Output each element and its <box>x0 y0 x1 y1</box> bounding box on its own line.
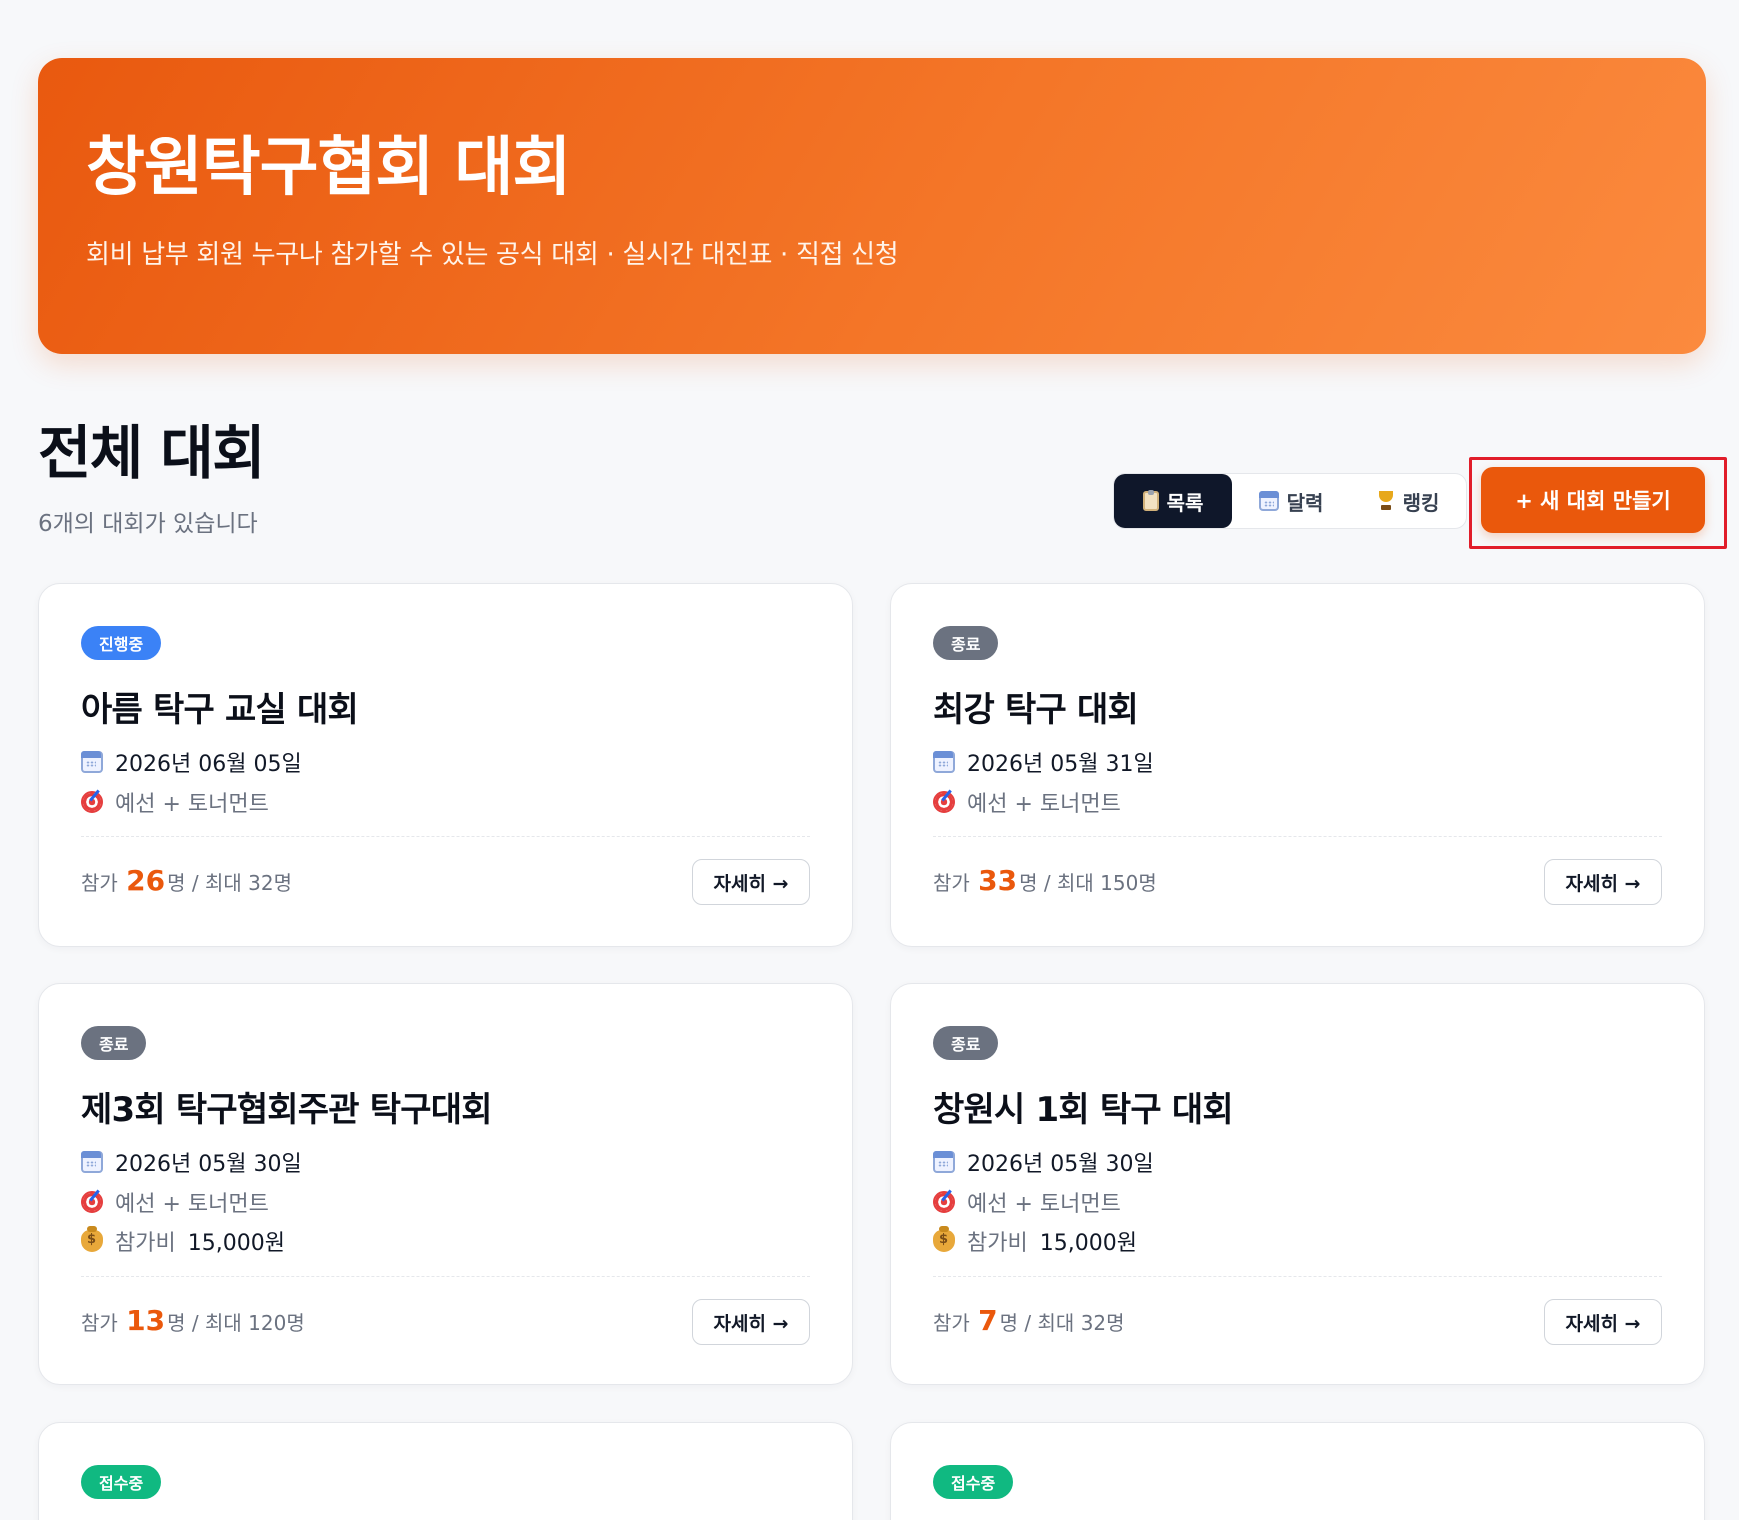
max-prefix: / 최대 <box>191 871 242 895</box>
tournament-card[interactable]: 접수중 <box>38 1422 853 1520</box>
date-row: 2026년 05월 30일 <box>81 1146 302 1178</box>
participants-suffix: 명 <box>1019 871 1038 895</box>
detail-button[interactable]: 자세히 → <box>692 859 810 905</box>
status-badge: 접수중 <box>81 1465 162 1499</box>
fee-label: 참가비 <box>115 1231 176 1256</box>
max-prefix: / 최대 <box>191 1311 242 1335</box>
participants-count: 33 <box>978 864 1018 897</box>
tournament-card[interactable]: 종료 창원시 1회 탁구 대회 2026년 05월 30일 예선 + 토너먼트 … <box>890 983 1705 1385</box>
participants-count: 26 <box>126 864 166 897</box>
tournament-format: 예선 + 토너먼트 <box>967 1192 1121 1217</box>
max-participants: 32명 <box>1080 1311 1125 1335</box>
participants-info: 참가 26 명 / 최대 32명 <box>81 864 292 897</box>
participants-suffix: 명 <box>167 1311 186 1335</box>
max-participants: 120명 <box>248 1311 305 1335</box>
new-tournament-button[interactable]: + 새 대회 만들기 <box>1481 467 1705 533</box>
tournament-card[interactable]: 접수중 <box>890 1422 1705 1520</box>
calendar-icon <box>1258 491 1279 511</box>
hero-banner: 창원탁구협회 대회 회비 납부 회원 누구나 참가할 수 있는 공식 대회 · … <box>38 58 1706 354</box>
tournament-format: 예선 + 토너먼트 <box>115 1192 269 1217</box>
date-row: 2026년 05월 31일 <box>933 746 1154 778</box>
status-badge: 접수중 <box>933 1465 1014 1499</box>
fee-label: 참가비 <box>967 1231 1028 1256</box>
tournament-format: 예선 + 토너먼트 <box>115 792 269 817</box>
tournament-date: 2026년 06월 05일 <box>115 752 302 777</box>
card-divider <box>81 836 810 837</box>
calendar-icon <box>933 751 955 773</box>
participants-prefix: 참가 <box>933 871 970 895</box>
participants-suffix: 명 <box>999 1311 1019 1335</box>
view-list-button[interactable]: 목록 <box>1114 474 1232 528</box>
participants-prefix: 참가 <box>81 871 118 895</box>
fee-row: 참가비 15,000원 <box>933 1225 1137 1257</box>
tournament-count: 6개의 대회가 있습니다 <box>38 511 258 537</box>
page: 창원탁구협회 대회 회비 납부 회원 누구나 참가할 수 있는 공식 대회 · … <box>0 0 1739 1520</box>
format-row: 예선 + 토너먼트 <box>933 786 1121 818</box>
participants-count: 7 <box>978 1304 998 1337</box>
view-toggle: 목록 달력 랭킹 <box>1113 473 1467 529</box>
calendar-icon <box>933 1151 955 1173</box>
tournament-title: 아름 탁구 교실 대회 <box>81 690 359 730</box>
fee-row: 참가비 15,000원 <box>81 1225 285 1257</box>
view-calendar-button[interactable]: 달력 <box>1232 474 1350 528</box>
card-divider <box>933 1276 1662 1277</box>
target-icon <box>81 791 103 813</box>
tournament-date: 2026년 05월 30일 <box>115 1152 302 1177</box>
view-list-label: 목록 <box>1166 490 1204 515</box>
tournament-card[interactable]: 진행중 아름 탁구 교실 대회 2026년 06월 05일 예선 + 토너먼트 … <box>38 583 853 947</box>
target-icon <box>933 791 955 813</box>
format-row: 예선 + 토너먼트 <box>81 786 269 818</box>
tournament-title: 최강 탁구 대회 <box>933 690 1139 730</box>
fee-value: 15,000원 <box>1039 1231 1137 1256</box>
status-badge: 종료 <box>933 1026 999 1060</box>
tournament-date: 2026년 05월 31일 <box>967 752 1154 777</box>
fee-value: 15,000원 <box>187 1231 285 1256</box>
participants-info: 참가 7명 / 최대 32명 <box>933 1304 1125 1337</box>
trophy-icon <box>1377 491 1395 511</box>
format-row: 예선 + 토너먼트 <box>81 1186 269 1218</box>
page-title: 전체 대회 <box>38 419 266 487</box>
detail-button[interactable]: 자세히 → <box>1544 1299 1662 1345</box>
detail-button[interactable]: 자세히 → <box>692 1299 810 1345</box>
target-icon <box>81 1191 103 1213</box>
tournament-date: 2026년 05월 30일 <box>967 1152 1154 1177</box>
target-icon <box>933 1191 955 1213</box>
view-ranking-label: 랭킹 <box>1402 490 1440 515</box>
date-row: 2026년 06월 05일 <box>81 746 302 778</box>
calendar-icon <box>81 751 103 773</box>
participants-info: 참가 33 명 / 최대 150명 <box>933 864 1157 897</box>
status-badge: 진행중 <box>81 626 162 660</box>
participants-info: 참가 13 명 / 최대 120명 <box>81 1304 305 1337</box>
detail-button[interactable]: 자세히 → <box>1544 859 1662 905</box>
hero-title: 창원탁구협회 대회 <box>86 131 571 205</box>
card-divider <box>81 1276 810 1277</box>
tournament-card[interactable]: 종료 제3회 탁구협회주관 탁구대회 2026년 05월 30일 예선 + 토너… <box>38 983 853 1385</box>
format-row: 예선 + 토너먼트 <box>933 1186 1121 1218</box>
participants-count: 13 <box>126 1304 166 1337</box>
tournament-format: 예선 + 토너먼트 <box>967 792 1121 817</box>
participants-prefix: 참가 <box>933 1311 970 1335</box>
max-prefix: / 최대 <box>1043 871 1094 895</box>
participants-suffix: 명 <box>167 871 186 895</box>
card-divider <box>933 836 1662 837</box>
max-participants: 150명 <box>1100 871 1157 895</box>
tournament-title: 제3회 탁구협회주관 탁구대회 <box>81 1090 493 1130</box>
view-ranking-button[interactable]: 랭킹 <box>1350 474 1466 528</box>
date-row: 2026년 05월 30일 <box>933 1146 1154 1178</box>
status-badge: 종료 <box>81 1026 147 1060</box>
calendar-icon <box>81 1151 103 1173</box>
clipboard-icon <box>1142 490 1159 511</box>
money-bag-icon <box>933 1226 955 1252</box>
participants-prefix: 참가 <box>81 1311 118 1335</box>
view-calendar-label: 달력 <box>1286 490 1324 515</box>
tournament-card[interactable]: 종료 최강 탁구 대회 2026년 05월 31일 예선 + 토너먼트 참가 3… <box>890 583 1705 947</box>
max-participants: 32명 <box>248 871 293 895</box>
status-badge: 종료 <box>933 626 999 660</box>
tournament-title: 창원시 1회 탁구 대회 <box>933 1090 1234 1130</box>
money-bag-icon <box>81 1226 103 1252</box>
hero-subtitle: 회비 납부 회원 누구나 참가할 수 있는 공식 대회 · 실시간 대진표 · … <box>86 240 899 270</box>
max-prefix: / 최대 <box>1024 1311 1075 1335</box>
